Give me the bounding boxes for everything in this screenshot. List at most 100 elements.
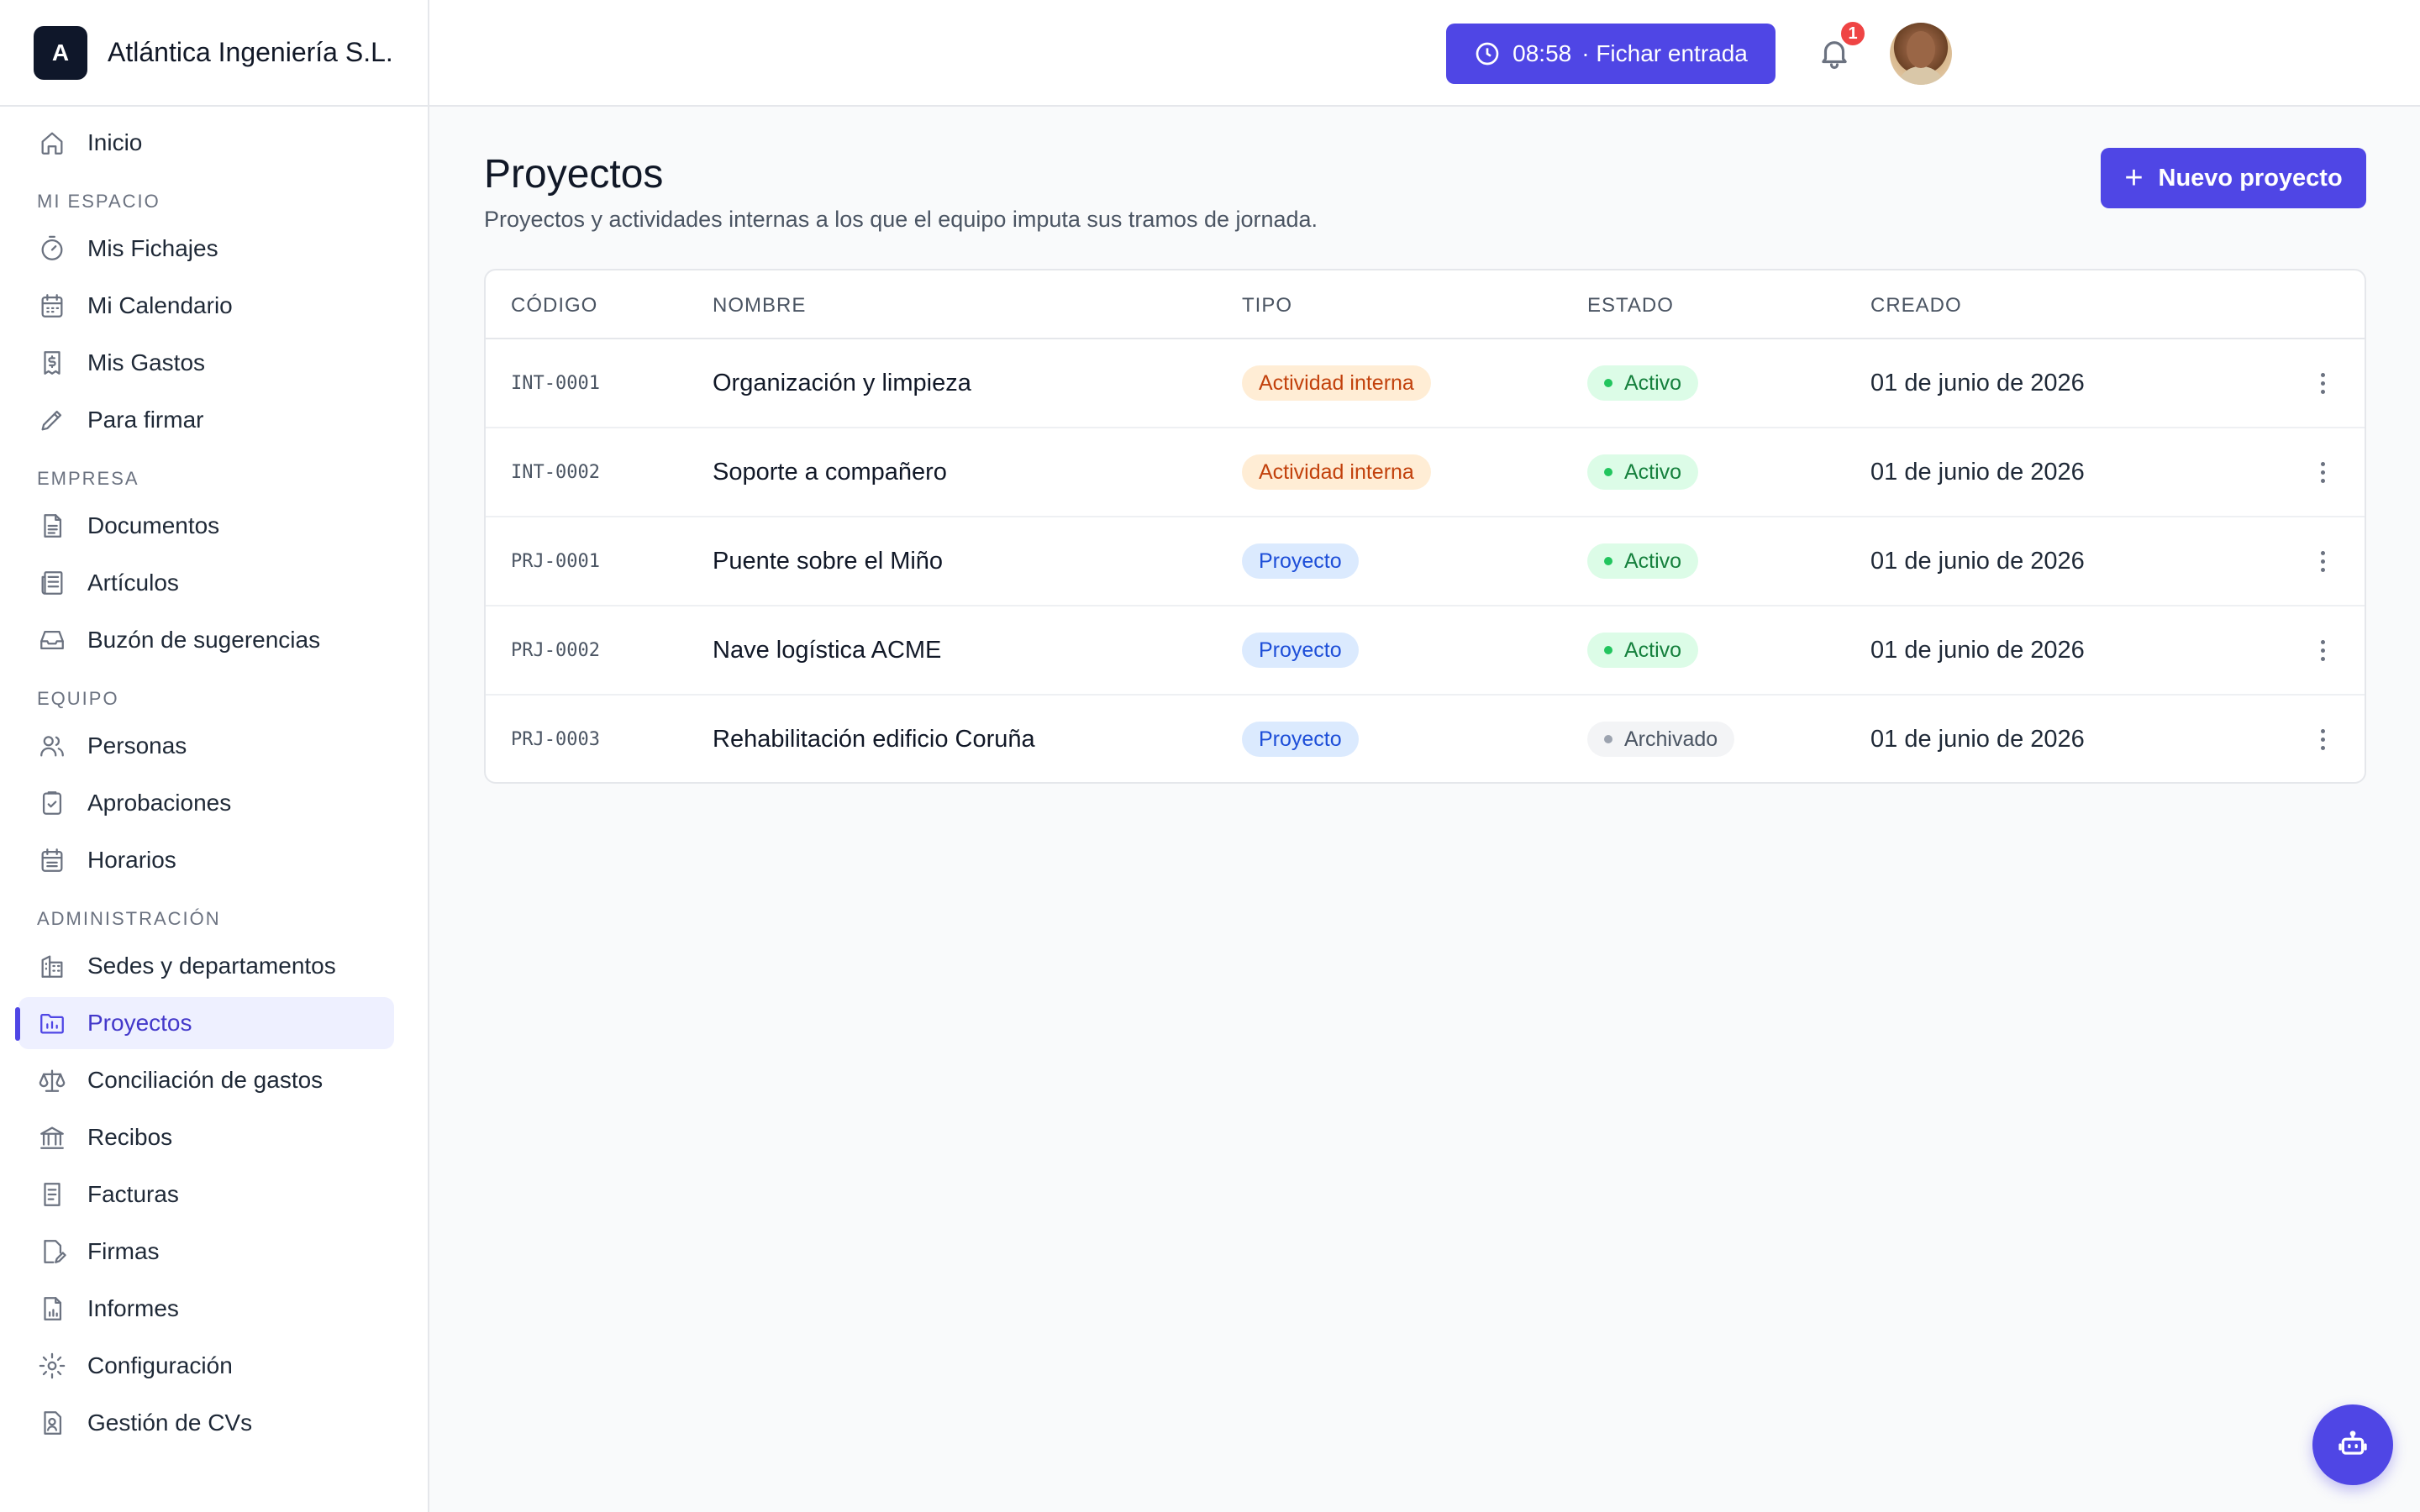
- type-badge: Proyecto: [1242, 633, 1359, 668]
- clock-in-label: · Fichar entrada: [1581, 40, 1748, 66]
- name-cell: Puente sobre el Miño: [713, 517, 943, 605]
- type-badge: Proyecto: [1242, 543, 1359, 579]
- row-menu-icon[interactable]: [2306, 455, 2339, 489]
- document-icon: [37, 511, 67, 541]
- sidebar-item-label: Recibos: [87, 1124, 173, 1150]
- sidebar-item-label: Aprobaciones: [87, 790, 232, 816]
- sidebar-item-sedes-y-departamentos[interactable]: Sedes y departamentos: [18, 940, 394, 992]
- clock-in-button[interactable]: 08:58 · Fichar entrada: [1446, 24, 1776, 84]
- project-name[interactable]: Rehabilitación edificio Coruña: [713, 726, 1035, 753]
- folder-chart-icon: [37, 1008, 67, 1038]
- project-name[interactable]: Nave logística ACME: [713, 637, 941, 664]
- gear-icon: [37, 1351, 67, 1381]
- name-cell: Rehabilitación edificio Coruña: [713, 696, 1035, 782]
- name-cell: Nave logística ACME: [713, 606, 941, 694]
- status-cell: Activo: [1587, 606, 1699, 694]
- sidebar-item-firmas[interactable]: Firmas: [18, 1226, 394, 1278]
- row-menu-icon[interactable]: [2306, 544, 2339, 578]
- sidebar-item-mi-calendario[interactable]: Mi Calendario: [18, 280, 394, 332]
- sidebar-item-documentos[interactable]: Documentos: [18, 500, 394, 552]
- project-name[interactable]: Soporte a compañero: [713, 459, 947, 486]
- column-header: ESTADO: [1587, 294, 1674, 317]
- avatar-face: [1907, 31, 1935, 68]
- receipt-dollar-icon: [37, 348, 67, 378]
- project-code: PRJ-0002: [511, 639, 600, 661]
- sidebar-item-label: Mis Fichajes: [87, 235, 218, 261]
- brand-logo: A: [34, 25, 87, 80]
- table-row[interactable]: INT-0001 Organización y limpieza Actividad…: [486, 339, 2365, 428]
- table-row[interactable]: PRJ-0002 Nave logística ACME Proyecto Activ…: [486, 606, 2365, 696]
- status-label: Activo: [1624, 638, 1682, 662]
- created-date: 01 de junio de 2026: [1870, 369, 2085, 396]
- status-dot: [1604, 557, 1612, 565]
- column-header: CREADO: [1870, 294, 1962, 317]
- sidebar-nav: Inicio MI ESPACIO Mis Fichajes Mi Calendar…: [0, 107, 428, 1449]
- column-header: CÓDIGO: [511, 294, 598, 317]
- project-name[interactable]: Puente sobre el Miño: [713, 548, 943, 575]
- brand[interactable]: A Atlántica Ingeniería S.L.: [0, 0, 428, 107]
- row-menu-icon[interactable]: [2306, 366, 2339, 400]
- project-name[interactable]: Organización y limpieza: [713, 370, 971, 397]
- row-menu-icon[interactable]: [2306, 722, 2339, 756]
- status-badge: Activo: [1587, 365, 1699, 401]
- sidebar-item-informes[interactable]: Informes: [18, 1283, 394, 1335]
- sidebar-item-aprobaciones[interactable]: Aprobaciones: [18, 777, 394, 829]
- table-row[interactable]: INT-0002 Soporte a compañero Actividad int…: [486, 428, 2365, 517]
- sidebar-item-mis-fichajes[interactable]: Mis Fichajes: [18, 223, 394, 275]
- status-label: Activo: [1624, 459, 1682, 484]
- projects-table: CÓDIGO NOMBRE TIPO ESTADO CREADO INT-0001 Org…: [484, 269, 2366, 784]
- robot-icon: [2338, 1431, 2367, 1455]
- assistant-button[interactable]: [2312, 1404, 2393, 1485]
- sidebar-item-inicio[interactable]: Inicio: [18, 117, 394, 169]
- users-icon: [37, 731, 67, 761]
- sidebar-item-label: Buzón de sugerencias: [87, 627, 321, 653]
- stopwatch-icon: [37, 234, 67, 264]
- page-subtitle: Proyectos y actividades internas a los q…: [484, 207, 1318, 232]
- status-badge: Archivado: [1587, 722, 1735, 757]
- sidebar-item-label: Mis Gastos: [87, 349, 206, 375]
- sidebar-item-label: Informes: [87, 1295, 179, 1321]
- project-code: PRJ-0003: [511, 728, 600, 750]
- sidebar-item-personas[interactable]: Personas: [18, 720, 394, 772]
- status-cell: Activo: [1587, 517, 1699, 605]
- project-code: PRJ-0001: [511, 550, 600, 572]
- building-icon: [37, 951, 67, 981]
- row-menu-icon[interactable]: [2306, 633, 2339, 667]
- type-cell: Proyecto: [1242, 606, 1359, 694]
- project-code: INT-0001: [511, 372, 600, 394]
- status-badge: Activo: [1587, 454, 1699, 490]
- status-dot: [1604, 735, 1612, 743]
- new-project-button[interactable]: + Nuevo proyecto: [2101, 148, 2366, 208]
- sidebar-item-recibos[interactable]: Recibos: [18, 1111, 394, 1163]
- avatar-shirt: [1897, 66, 1945, 85]
- invoice-icon: [37, 1179, 67, 1210]
- sidebar-section-label: EMPRESA: [37, 468, 139, 489]
- sidebar-item-label: Para firmar: [87, 407, 204, 433]
- sidebar-item-articulos[interactable]: Artículos: [18, 557, 394, 609]
- sidebar-item-facturas[interactable]: Facturas: [18, 1168, 394, 1221]
- sidebar-item-configuracion[interactable]: Configuración: [18, 1340, 394, 1392]
- sidebar-item-proyectos[interactable]: Proyectos: [15, 997, 394, 1049]
- home-icon: [37, 128, 67, 158]
- created-date: 01 de junio de 2026: [1870, 725, 2085, 753]
- status-cell: Activo: [1587, 428, 1699, 516]
- sidebar-item-gestion-de-cvs[interactable]: Gestión de CVs: [18, 1397, 394, 1449]
- sidebar-item-mis-gastos[interactable]: Mis Gastos: [18, 337, 394, 389]
- sidebar-item-horarios[interactable]: Horarios: [18, 834, 394, 886]
- status-dot: [1604, 379, 1612, 387]
- table-row[interactable]: PRJ-0003 Rehabilitación edificio Coruña Pr…: [486, 696, 2365, 782]
- avatar[interactable]: [1890, 23, 1952, 85]
- actions-cell: [2306, 428, 2339, 516]
- type-cell: Actividad interna: [1242, 428, 1431, 516]
- created-cell: 01 de junio de 2026: [1870, 517, 2085, 605]
- actions-cell: [2306, 339, 2339, 427]
- table-row[interactable]: PRJ-0001 Puente sobre el Miño Proyecto Acti…: [486, 517, 2365, 606]
- status-dot: [1604, 468, 1612, 476]
- sidebar-item-para-firmar[interactable]: Para firmar: [18, 394, 394, 446]
- sidebar-item-label: Sedes y departamentos: [87, 953, 336, 979]
- status-badge: Activo: [1587, 543, 1699, 579]
- sidebar-item-label: Artículos: [87, 570, 179, 596]
- sidebar-item-conciliacion-de-gastos[interactable]: Conciliación de gastos: [18, 1054, 394, 1106]
- created-date: 01 de junio de 2026: [1870, 458, 2085, 486]
- sidebar-item-buzon-de-sugerencias[interactable]: Buzón de sugerencias: [18, 614, 394, 666]
